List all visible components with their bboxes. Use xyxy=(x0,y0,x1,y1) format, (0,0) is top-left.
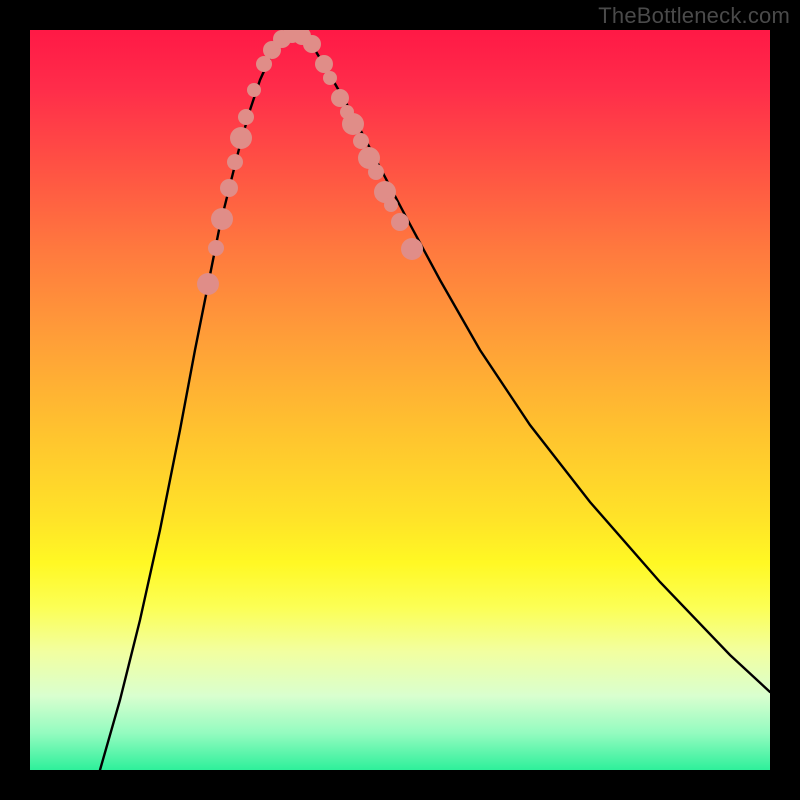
marker-point xyxy=(368,164,384,180)
marker-point xyxy=(227,154,243,170)
marker-point xyxy=(303,35,321,53)
marker-point xyxy=(331,89,349,107)
marker-point xyxy=(238,109,254,125)
marker-layer xyxy=(197,30,423,295)
marker-point xyxy=(197,273,219,295)
marker-point xyxy=(211,208,233,230)
marker-point xyxy=(315,55,333,73)
marker-point xyxy=(391,213,409,231)
bottleneck-curve-path xyxy=(100,32,770,770)
marker-point xyxy=(401,238,423,260)
marker-point xyxy=(323,71,337,85)
plot-area xyxy=(30,30,770,770)
marker-point xyxy=(220,179,238,197)
marker-point xyxy=(208,240,224,256)
marker-point xyxy=(247,83,261,97)
marker-point xyxy=(384,198,398,212)
marker-point xyxy=(230,127,252,149)
watermark-text: TheBottleneck.com xyxy=(598,3,790,29)
marker-point xyxy=(353,133,369,149)
chart-svg xyxy=(30,30,770,770)
chart-frame: TheBottleneck.com xyxy=(0,0,800,800)
marker-point xyxy=(342,113,364,135)
curve-layer xyxy=(100,32,770,770)
